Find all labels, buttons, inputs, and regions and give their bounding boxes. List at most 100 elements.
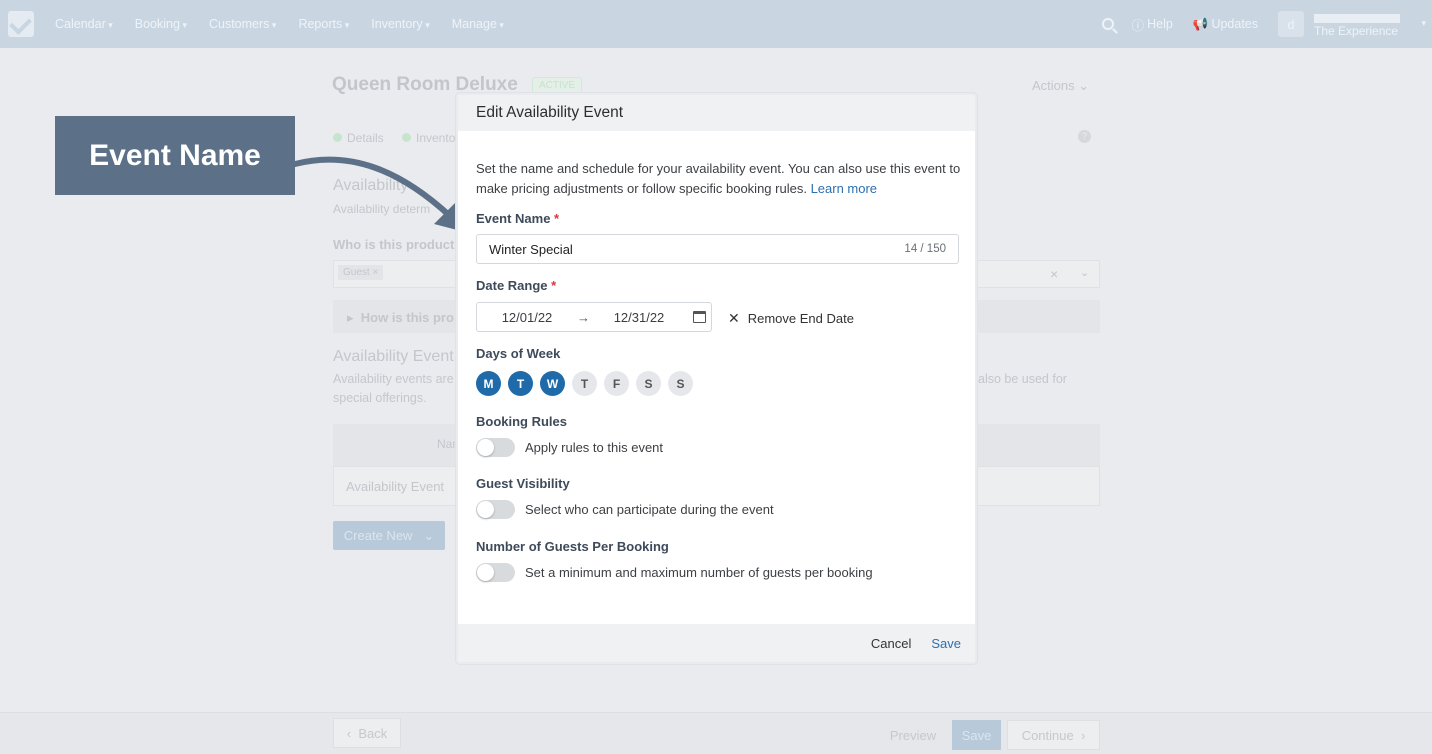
annotation-callout: Event Name — [55, 116, 295, 195]
booking-rules-toggle[interactable] — [476, 438, 515, 457]
back-button[interactable]: ‹ Back — [333, 718, 401, 748]
back-label: Back — [358, 725, 388, 741]
continue-button[interactable]: Continue › — [1007, 720, 1100, 750]
chevron-left-icon: ‹ — [346, 725, 352, 741]
events-heading: Availability Event — [333, 348, 454, 365]
preview-button[interactable]: Preview — [880, 720, 946, 750]
search-icon[interactable] — [1101, 18, 1114, 30]
booking-rules-label: Booking Rules — [476, 414, 568, 429]
start-date-input[interactable]: 12/01/22 — [477, 310, 577, 325]
remove-end-date-button[interactable]: ✕ Remove End Date — [728, 310, 854, 327]
help-label: Help — [1147, 17, 1173, 31]
modal-title: Edit Availability Event — [476, 104, 624, 121]
modal-footer: Cancel Save — [458, 624, 975, 662]
nav-manage[interactable]: Manage — [441, 17, 515, 31]
bottom-bar — [0, 712, 1432, 754]
create-new-label: Create New — [343, 528, 413, 543]
help-link[interactable]: ⓘ Help — [1132, 15, 1173, 34]
updates-label: Updates — [1211, 17, 1258, 31]
megaphone-icon: 📢 — [1192, 16, 1209, 31]
nav-inventory[interactable]: Inventory — [360, 17, 440, 31]
events-subtext-2: special offerings. — [333, 391, 427, 405]
event-name-input[interactable]: Winter Special 14 / 150 — [476, 234, 959, 264]
end-date-input[interactable]: 12/31/22 — [589, 310, 689, 325]
day-saturday[interactable]: S — [636, 371, 661, 396]
clear-icon[interactable]: × — [1050, 266, 1058, 282]
remove-end-date-label: Remove End Date — [747, 311, 854, 326]
date-range-picker[interactable]: 12/01/22 → 12/31/22 — [476, 302, 712, 332]
guests-per-booking-label: Number of Guests Per Booking — [476, 539, 669, 554]
save-button[interactable]: Save — [931, 636, 961, 651]
chevron-down-icon: ⌄ — [1078, 78, 1090, 93]
date-range-label: Date Range * — [476, 278, 556, 293]
close-icon: ✕ — [728, 310, 740, 326]
chevron-down-icon: ⌄ — [423, 527, 435, 543]
status-dot-icon — [402, 133, 411, 142]
guest-tag[interactable]: Guest × — [338, 265, 384, 280]
caret-right-icon: ▸ — [347, 310, 354, 325]
chevron-down-icon[interactable]: ⌄ — [1080, 266, 1089, 279]
create-new-button[interactable]: Create New ⌄ — [333, 521, 445, 550]
actions-label: Actions — [1032, 78, 1075, 93]
annotation-arrow-icon — [292, 156, 465, 232]
event-name-label-text: Event Name — [476, 211, 551, 226]
event-name-value: Winter Special — [489, 241, 573, 257]
day-tuesday[interactable]: T — [508, 371, 533, 396]
bottom-save-button[interactable]: Save — [952, 720, 1001, 750]
account-menu[interactable]: The Experience ▾ — [1314, 14, 1432, 38]
required-mark: * — [551, 278, 557, 293]
actions-dropdown[interactable]: Actions ⌄ — [1032, 78, 1089, 94]
guest-visibility-label: Guest Visibility — [476, 476, 570, 491]
cancel-button[interactable]: Cancel — [871, 636, 911, 651]
calendar-icon[interactable] — [693, 311, 706, 323]
day-wednesday[interactable]: W — [540, 371, 565, 396]
day-sunday[interactable]: S — [668, 371, 693, 396]
date-range-label-text: Date Range — [476, 278, 548, 293]
account-name-redacted — [1314, 14, 1400, 23]
guest-tag-label: Guest — [343, 267, 370, 278]
close-icon[interactable]: × — [372, 267, 378, 278]
help-icon: ⓘ — [1131, 18, 1145, 33]
events-subtext-right: also be used for — [978, 372, 1067, 386]
nav-reports[interactable]: Reports — [287, 17, 360, 31]
edit-availability-modal: Edit Availability Event Set the name and… — [456, 93, 977, 664]
day-friday[interactable]: F — [604, 371, 629, 396]
account-company: The Experience — [1314, 24, 1399, 38]
days-of-week-label: Days of Week — [476, 346, 561, 361]
required-mark: * — [554, 211, 560, 226]
guest-visibility-text: Select who can participate during the ev… — [525, 502, 774, 517]
character-count: 14 / 150 — [904, 243, 946, 255]
how-label-text: How is this pro — [360, 310, 454, 325]
avatar[interactable]: d — [1278, 11, 1304, 37]
nav-booking[interactable]: Booking — [124, 17, 198, 31]
chevron-down-icon: ▾ — [1421, 18, 1426, 28]
guests-per-booking-row: Set a minimum and maximum number of gues… — [476, 563, 873, 582]
event-name-label: Event Name * — [476, 211, 559, 226]
help-circle-icon[interactable]: ? — [1078, 130, 1091, 143]
nav-customers[interactable]: Customers — [198, 17, 287, 31]
day-thursday[interactable]: T — [572, 371, 597, 396]
day-monday[interactable]: M — [476, 371, 501, 396]
events-subtext: Availability events are — [333, 372, 454, 386]
table-row-name: Availability Event — [346, 479, 445, 494]
status-badge: ACTIVE — [532, 77, 583, 94]
modal-header: Edit Availability Event — [458, 95, 975, 131]
continue-label: Continue — [1021, 727, 1074, 743]
chevron-right-icon: › — [1080, 727, 1086, 743]
learn-more-link[interactable]: Learn more — [811, 181, 877, 196]
description-text: Set the name and schedule for your avail… — [476, 161, 961, 196]
arrow-right-icon: → — [577, 309, 590, 325]
how-accordion-label: ▸ How is this pro — [347, 310, 454, 326]
guest-visibility-row: Select who can participate during the ev… — [476, 500, 774, 519]
top-nav: Calendar Booking Customers Reports Inven… — [0, 0, 1432, 48]
guests-per-booking-text: Set a minimum and maximum number of gues… — [525, 565, 873, 580]
days-of-week-selector: M T W T F S S — [476, 371, 693, 396]
status-dot-icon — [333, 133, 342, 142]
tab-details[interactable]: Details — [333, 131, 384, 145]
app-logo-checkmark-icon[interactable] — [8, 11, 34, 37]
guest-visibility-toggle[interactable] — [476, 500, 515, 519]
guests-per-booking-toggle[interactable] — [476, 563, 515, 582]
nav-calendar[interactable]: Calendar — [44, 17, 124, 31]
updates-link[interactable]: 📢 Updates — [1193, 17, 1258, 32]
tab-details-label: Details — [347, 131, 384, 145]
